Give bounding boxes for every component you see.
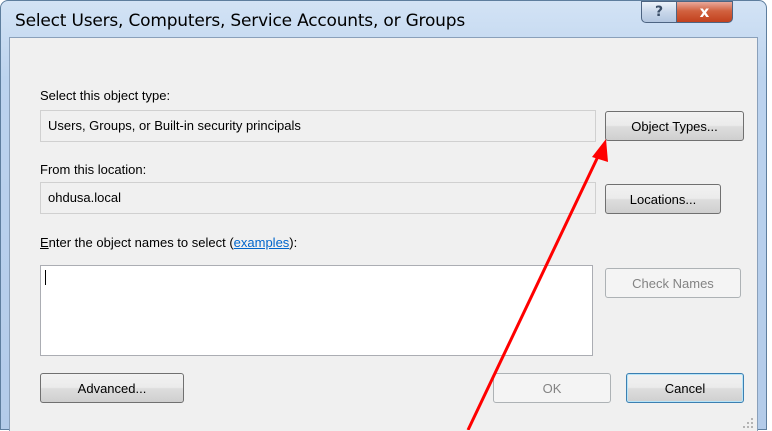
annotation-arrow — [466, 139, 608, 430]
annotation-arrow-head — [592, 139, 608, 162]
annotation-arrow-shaft — [466, 147, 604, 430]
